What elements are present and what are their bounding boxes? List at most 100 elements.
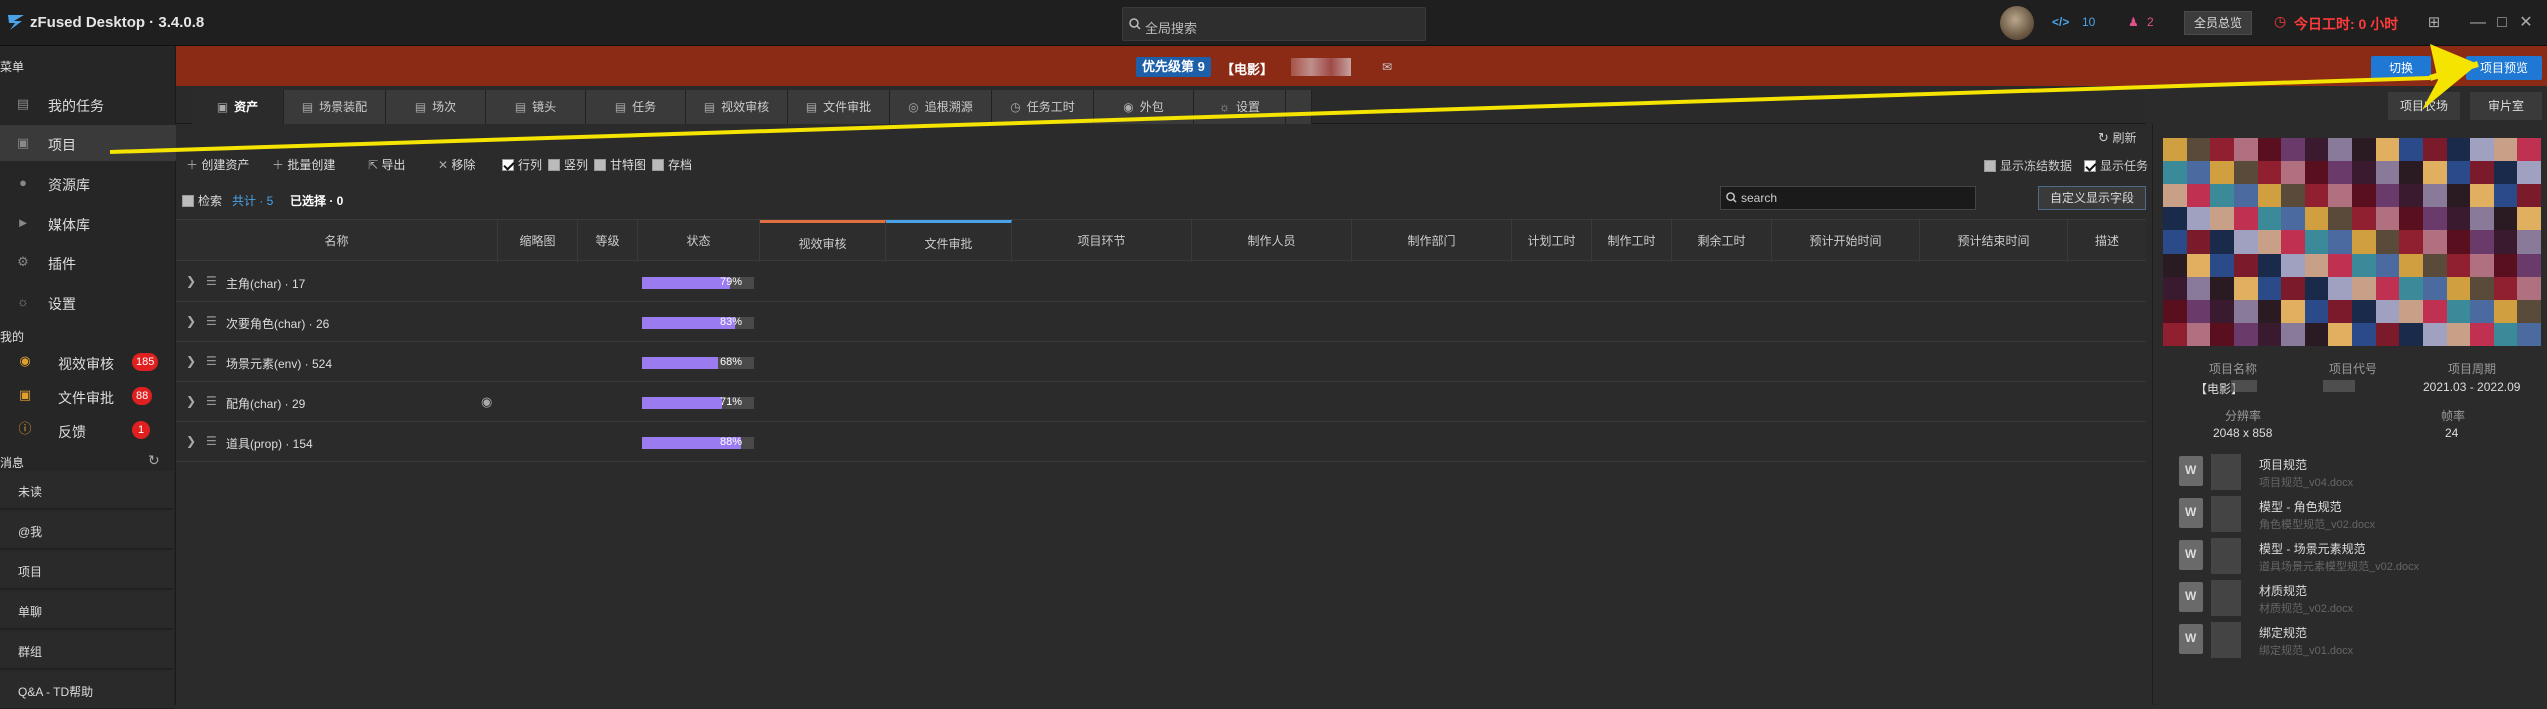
column-file-approval[interactable]: 文件审批 [886, 220, 1012, 262]
tab-scene-assembly[interactable]: ▤ 场景装配 [284, 90, 386, 124]
sidebar-item-project[interactable]: ▣ 项目 [0, 125, 176, 161]
sidebar-item-media[interactable]: ► 媒体库 [0, 205, 176, 241]
document-item[interactable]: 模型 - 角色规范角色模型规范_v02.docx [2179, 496, 2539, 534]
custom-fields-button[interactable]: 自定义显示字段 [2038, 186, 2146, 210]
document-item[interactable]: 项目规范项目规范_v04.docx [2179, 454, 2539, 492]
sidebar-item-tasks[interactable]: ▤ 我的任务 [0, 86, 176, 122]
msg-item-project[interactable]: 项目 [0, 551, 174, 589]
sidebar-item-plugins[interactable]: ⚙ 插件 [0, 244, 176, 280]
batch-create-button[interactable]: ＋ 批量创建 [272, 156, 335, 173]
redacted-block [2211, 580, 2241, 616]
sidebar-item-resources[interactable]: ● 资源库 [0, 165, 176, 201]
progress-bar: 71% [642, 396, 754, 409]
gantt-checkbox[interactable]: 甘特图 [594, 156, 646, 173]
chevron-right-icon[interactable]: ❯ [186, 394, 196, 408]
archive-checkbox[interactable]: 存档 [652, 156, 692, 173]
document-item[interactable]: 绑定规范绑定规范_v01.docx [2179, 622, 2539, 660]
label-project-period: 项目周期 [2448, 362, 2497, 376]
document-item[interactable]: 材质规范材质规范_v02.docx [2179, 580, 2539, 618]
column-description[interactable]: 描述 [2068, 220, 2146, 262]
tab-settings[interactable]: ☼ 设置 [1194, 90, 1286, 124]
column-pipeline-step[interactable]: 项目环节 [1012, 220, 1192, 262]
summary-button[interactable]: 全员总览 [2184, 11, 2252, 35]
tab-vfx-review[interactable]: ▤ 视效审核 [686, 90, 788, 124]
my-item-feedback[interactable]: ⓘ 反馈 1 [0, 414, 176, 444]
menu-header: 菜单 [0, 60, 25, 74]
table-row[interactable]: ❯ ☰ 配角(char) · 29 ◉ 71% [176, 382, 2146, 422]
remove-button[interactable]: ✕ 移除 [438, 156, 475, 173]
my-item-file-approval[interactable]: ▣ 文件审批 88 [0, 380, 176, 410]
tab-assets[interactable]: ▣ 资产 [192, 90, 284, 124]
redacted-block [2211, 454, 2241, 490]
show-frozen-checkbox[interactable]: 显示冻结数据 [1984, 157, 2072, 174]
global-search-input[interactable]: 全局搜索 [1122, 7, 1426, 41]
document-file: 角色模型规范_v02.docx [2259, 519, 2376, 531]
row-checkbox[interactable]: 行列 [502, 156, 542, 173]
tab-file-approval[interactable]: ▤ 文件审批 [788, 90, 890, 124]
column-thumbnail[interactable]: 缩略图 [498, 220, 578, 262]
progress-bar: 79% [642, 276, 754, 289]
msg-item-group[interactable]: 群组 [0, 631, 174, 669]
shirt-icon[interactable]: ⊞ [2424, 13, 2444, 33]
column-actual-hours[interactable]: 制作工时 [1592, 220, 1672, 262]
column-start-date[interactable]: 预计开始时间 [1772, 220, 1920, 262]
search-toggle[interactable]: 检索 [182, 192, 222, 209]
document-name: 模型 - 场景元素规范 [2259, 542, 2366, 556]
project-farm-button[interactable]: 项目农场 [2388, 92, 2460, 120]
table-row[interactable]: ❯ ☰ 主角(char) · 17 79% [176, 262, 2146, 302]
msg-item-mention[interactable]: @我 [0, 511, 174, 549]
chevron-right-icon[interactable]: ❯ [186, 434, 196, 448]
document-file: 道具场景元素模型规范_v02.docx [2259, 561, 2420, 573]
folder-icon: ▣ [16, 135, 30, 150]
refresh-icon[interactable]: ↻ [148, 452, 160, 469]
column-status[interactable]: 状态 [638, 220, 760, 262]
tab-outsource[interactable]: ◉ 外包 [1094, 90, 1194, 124]
tab-tasks[interactable]: ▤ 任务 [586, 90, 686, 124]
msg-item-qa[interactable]: Q&A - TD帮助 [0, 671, 174, 709]
table-search-input[interactable]: search [1720, 186, 1976, 210]
column-level[interactable]: 等级 [578, 220, 638, 262]
my-item-vfx-review[interactable]: ◉ 视效审核 185 [0, 346, 176, 376]
column-artist[interactable]: 制作人员 [1192, 220, 1352, 262]
column-checkbox[interactable]: 竖列 [548, 156, 588, 173]
checkbox-icon [182, 195, 194, 207]
tab-worktime[interactable]: ◷ 任务工时 [992, 90, 1094, 124]
eye-icon[interactable]: ◉ [481, 394, 492, 410]
tab-sequences[interactable]: ▤ 场次 [386, 90, 486, 124]
chevron-right-icon[interactable]: ❯ [186, 314, 196, 328]
code-icon[interactable]: </> [2052, 15, 2069, 29]
column-department[interactable]: 制作部门 [1352, 220, 1512, 262]
refresh-button[interactable]: ↻ 刷新 [2098, 129, 2137, 146]
sidebar-item-settings[interactable]: ☼ 设置 [0, 284, 176, 320]
show-task-checkbox[interactable]: 显示任务 [2084, 157, 2148, 174]
msg-item-unread[interactable]: 未读 [0, 471, 174, 509]
minimize-icon[interactable]: — [2468, 13, 2488, 33]
column-end-date[interactable]: 预计结束时间 [1920, 220, 2068, 262]
export-button[interactable]: ⇱ 导出 [368, 156, 405, 173]
tab-shots[interactable]: ▤ 镜头 [486, 90, 586, 124]
create-asset-button[interactable]: ＋ 创建资产 [186, 156, 249, 173]
document-item[interactable]: 模型 - 场景元素规范道具场景元素模型规范_v02.docx [2179, 538, 2539, 576]
maximize-icon[interactable]: □ [2492, 13, 2512, 33]
table-row[interactable]: ❯ ☰ 道具(prop) · 154 88% [176, 422, 2146, 462]
avatar[interactable] [2000, 6, 2034, 40]
table-row[interactable]: ❯ ☰ 次要角色(char) · 26 83% [176, 302, 2146, 342]
progress-bar: 68% [642, 356, 754, 369]
project-preview-button[interactable]: 项目预览 [2466, 56, 2542, 80]
user-icon[interactable]: ♟ [2128, 15, 2139, 29]
column-remaining-hours[interactable]: 剩余工时 [1672, 220, 1772, 262]
chat-icon[interactable]: ✉ [1382, 60, 1392, 74]
column-planned-hours[interactable]: 计划工时 [1512, 220, 1592, 262]
column-name[interactable]: 名称 [176, 220, 498, 262]
table-row[interactable]: ❯ ☰ 场景元素(env) · 524 68% [176, 342, 2146, 382]
chevron-right-icon[interactable]: ❯ [186, 274, 196, 288]
tab-trace[interactable]: ◎ 追根溯源 [890, 90, 992, 124]
switch-button[interactable]: 切换 [2371, 56, 2431, 80]
review-room-button[interactable]: 审片室 [2470, 92, 2542, 120]
chevron-right-icon[interactable]: ❯ [186, 354, 196, 368]
msg-item-direct[interactable]: 单聊 [0, 591, 174, 629]
close-icon[interactable]: ✕ [2516, 13, 2536, 33]
column-vfx-review[interactable]: 视效审核 [760, 220, 886, 262]
tab-more[interactable] [1286, 90, 1312, 124]
progress-label: 88% [720, 436, 743, 448]
